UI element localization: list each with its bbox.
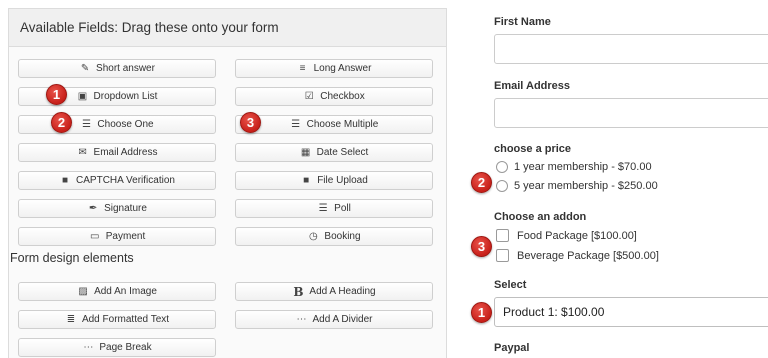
button-label: Add Formatted Text — [81, 314, 170, 325]
radio-button[interactable] — [496, 180, 508, 192]
payment-button[interactable]: ▭ Payment — [18, 227, 216, 246]
choose-one-button[interactable]: ☰ Choose One — [18, 115, 216, 134]
option-label: 5 year membership - $250.00 — [514, 180, 658, 192]
button-label: Dropdown List — [93, 91, 158, 102]
button-label: Choose Multiple — [306, 119, 379, 130]
button-label: CAPTCHA Verification — [76, 175, 175, 186]
panel-header: Available Fields: Drag these onto your f… — [9, 9, 446, 47]
bold-icon: B — [293, 284, 304, 299]
list-icon: ☰ — [81, 119, 91, 130]
checkbox[interactable] — [496, 249, 509, 262]
list-icon: ☰ — [318, 203, 328, 214]
button-label: Email Address — [93, 147, 158, 158]
add-formatted-text-button[interactable]: ≣ Add Formatted Text — [18, 310, 216, 329]
align-icon: ≣ — [66, 314, 76, 325]
long-answer-button[interactable]: ≡ Long Answer — [235, 59, 433, 78]
list-icon: ☰ — [291, 119, 301, 130]
clock-icon: ◷ — [309, 231, 318, 242]
first-name-label: First Name — [494, 16, 551, 28]
ellipsis-icon: ⋯ — [296, 314, 307, 325]
button-label: Poll — [334, 203, 351, 214]
email-address-label: Email Address — [494, 80, 571, 92]
checkbox-button[interactable]: ☑ Checkbox — [235, 87, 433, 106]
signature-button[interactable]: ✒ Signature — [18, 199, 216, 218]
ellipsis-icon: ⋯ — [83, 342, 94, 353]
step-badge-3: 3 — [471, 236, 492, 257]
poll-button[interactable]: ☰ Poll — [235, 199, 433, 218]
edit-icon: ✎ — [80, 63, 90, 74]
file-upload-button[interactable]: ■ File Upload — [235, 171, 433, 190]
step-badge-1: 1 — [471, 302, 492, 323]
image-icon: ▨ — [78, 286, 88, 297]
checkbox-icon: ☑ — [304, 91, 314, 102]
step-badge-2: 2 — [471, 172, 492, 193]
button-label: File Upload — [317, 175, 368, 186]
paypal-label: Paypal — [494, 342, 530, 354]
add-divider-button[interactable]: ⋯ Add A Divider — [235, 310, 433, 329]
lock-icon: ■ — [62, 175, 69, 186]
selected-value: Product 1: $100.00 — [503, 305, 605, 319]
addon-option-2[interactable]: Beverage Package [$500.00] — [496, 249, 659, 262]
captcha-verification-button[interactable]: ■ CAPTCHA Verification — [18, 171, 216, 190]
dropdown-icon: ▣ — [77, 91, 88, 102]
price-option-2[interactable]: 5 year membership - $250.00 — [496, 180, 658, 192]
button-label: Payment — [105, 231, 146, 242]
step-badge-3: 3 — [240, 112, 261, 133]
paragraph-icon: ≡ — [299, 63, 306, 74]
price-label: choose a price — [494, 143, 572, 155]
checkbox[interactable] — [496, 229, 509, 242]
button-label: Signature — [104, 203, 147, 214]
page-break-button[interactable]: ⋯ Page Break — [18, 338, 216, 357]
addon-option-1[interactable]: Food Package [$100.00] — [496, 229, 637, 242]
step-badge-2: 2 — [51, 112, 72, 133]
button-label: Add A Heading — [309, 286, 376, 297]
button-label: Choose One — [97, 119, 154, 130]
button-label: Date Select — [316, 147, 369, 158]
button-label: Short answer — [96, 63, 155, 74]
option-label: Food Package [$100.00] — [517, 229, 637, 242]
email-address-button[interactable]: ✉ Email Address — [18, 143, 216, 162]
short-answer-button[interactable]: ✎ Short answer — [18, 59, 216, 78]
step-badge-1: 1 — [46, 84, 67, 105]
product-select[interactable]: Product 1: $100.00 — [494, 297, 768, 327]
pen-icon: ✒ — [88, 203, 98, 214]
button-label: Checkbox — [320, 91, 365, 102]
addon-label: Choose an addon — [494, 211, 587, 223]
button-label: Add An Image — [94, 286, 157, 297]
booking-button[interactable]: ◷ Booking — [235, 227, 433, 246]
option-label: Beverage Package [$500.00] — [517, 249, 659, 262]
date-select-button[interactable]: ▦ Date Select — [235, 143, 433, 162]
calendar-icon: ▦ — [300, 147, 311, 158]
radio-button[interactable] — [496, 161, 508, 173]
button-label: Booking — [324, 231, 361, 242]
envelope-icon: ✉ — [78, 147, 87, 158]
credit-card-icon: ▭ — [90, 231, 100, 242]
add-image-button[interactable]: ▨ Add An Image — [18, 282, 216, 301]
first-name-field[interactable] — [494, 34, 768, 64]
price-option-1[interactable]: 1 year membership - $70.00 — [496, 161, 652, 173]
email-field[interactable] — [494, 98, 768, 128]
add-heading-button[interactable]: B Add A Heading — [235, 282, 433, 301]
option-label: 1 year membership - $70.00 — [514, 161, 652, 173]
select-label: Select — [494, 279, 527, 291]
lock-icon: ■ — [303, 175, 310, 186]
button-label: Long Answer — [313, 63, 372, 74]
form-design-elements-heading: Form design elements — [10, 251, 134, 265]
button-label: Add A Divider — [312, 314, 373, 325]
choose-multiple-button[interactable]: ☰ Choose Multiple — [235, 115, 433, 134]
button-label: Page Break — [99, 342, 152, 353]
